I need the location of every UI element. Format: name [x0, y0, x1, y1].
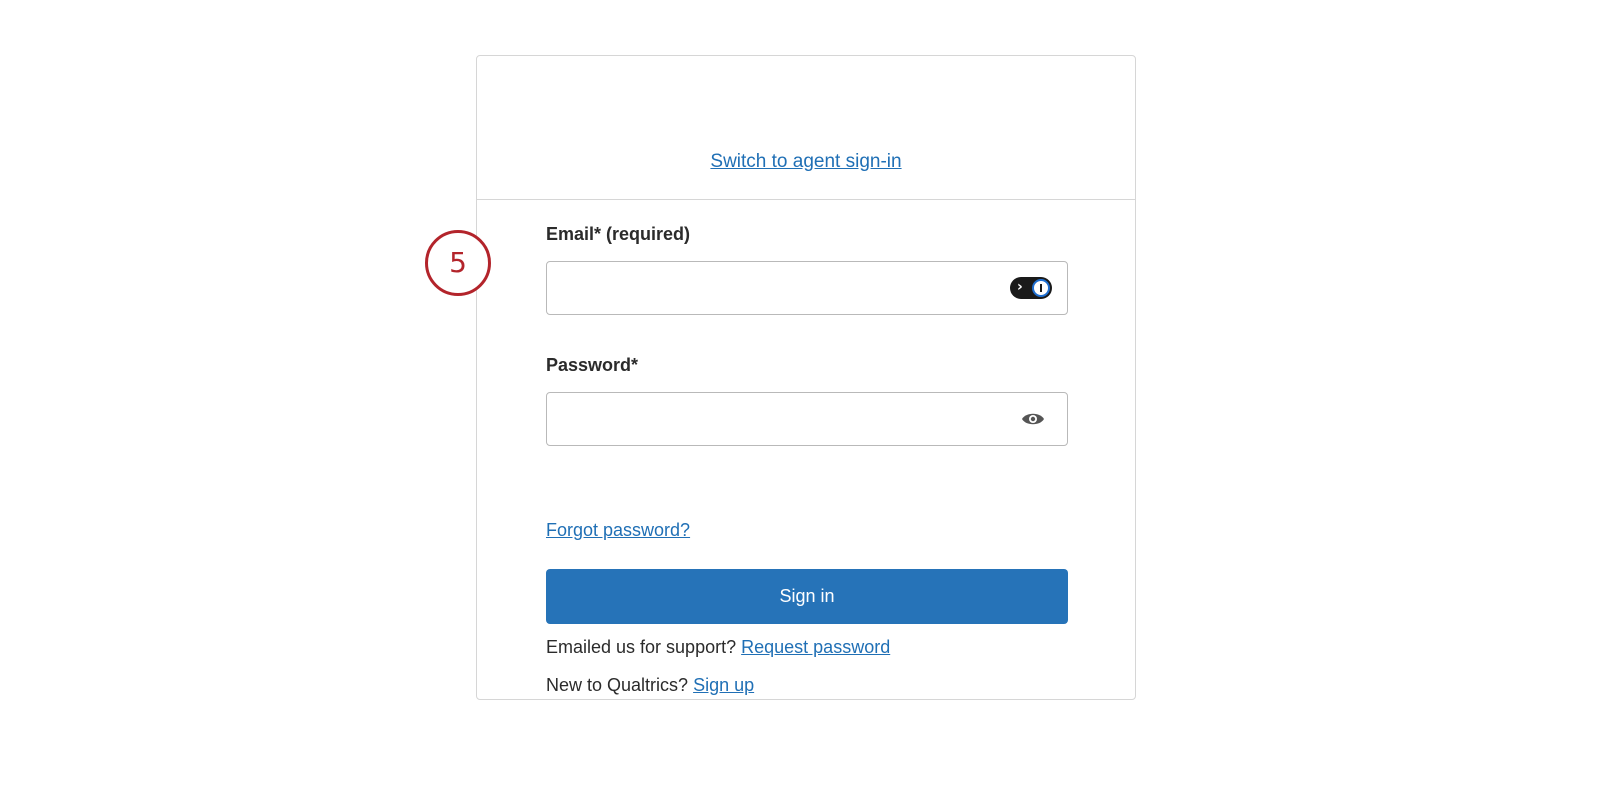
switch-agent-signin-link[interactable]: Switch to agent sign-in [477, 151, 1135, 173]
password-input[interactable] [559, 393, 1003, 445]
support-line: Emailed us for support? Request password [546, 637, 890, 658]
password-manager-icon[interactable]: › [1010, 277, 1052, 299]
card-header: Switch to agent sign-in [477, 56, 1135, 200]
email-input[interactable] [559, 262, 1003, 314]
password-field[interactable] [546, 392, 1068, 446]
email-field[interactable]: › [546, 261, 1068, 315]
sign-in-button[interactable]: Sign in [546, 569, 1068, 624]
email-label: Email* (required) [546, 224, 691, 244]
new-to-qualtrics-text: New to Qualtrics? [546, 675, 689, 695]
sign-up-link[interactable]: Sign up [693, 675, 754, 695]
request-password-link[interactable]: Request password [741, 637, 890, 657]
password-label: Password* [546, 355, 639, 375]
forgot-password-link[interactable]: Forgot password? [546, 520, 690, 541]
eye-icon[interactable] [1021, 411, 1045, 427]
login-card: Switch to agent sign-in Email* (required… [476, 55, 1136, 700]
signup-line: New to Qualtrics? Sign up [546, 675, 754, 696]
page: Switch to agent sign-in Email* (required… [0, 0, 1600, 806]
step-number-badge: 5 [425, 230, 491, 296]
support-text: Emailed us for support? [546, 637, 737, 657]
